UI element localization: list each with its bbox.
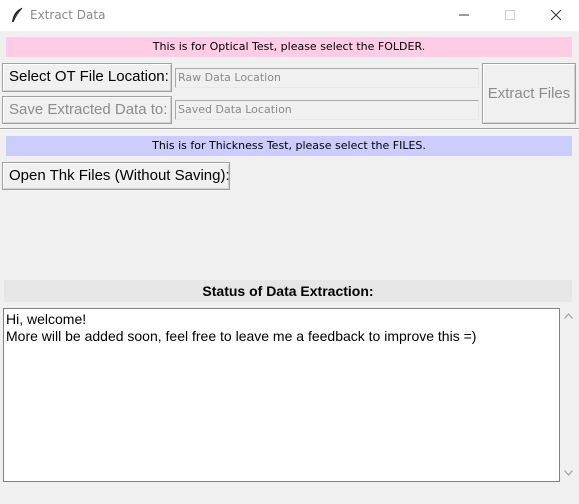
window-title: Extract Data [30,8,106,22]
maximize-button[interactable] [487,0,533,31]
scroll-up-button[interactable] [560,308,577,325]
feather-icon [12,7,23,23]
title-bar: Extract Data [0,0,579,31]
saved-data-location-field[interactable]: Saved Data Location [175,100,479,120]
scroll-down-button[interactable] [560,465,577,482]
status-title: Status of Data Extraction: [4,280,572,302]
status-line: Hi, welcome! [6,311,87,327]
status-scrollbar[interactable] [560,308,577,482]
maximize-icon [505,10,515,20]
minimize-icon [459,14,469,16]
close-icon [551,10,561,20]
section-divider [0,128,579,130]
minimize-button[interactable] [441,0,487,31]
status-line: More will be added soon, feel free to le… [6,328,477,344]
select-ot-location-button[interactable]: Select OT File Location: [2,63,172,92]
chevron-up-icon [564,313,573,319]
save-extracted-data-button[interactable]: Save Extracted Data to: [2,96,172,124]
open-thk-files-button[interactable]: Open Thk Files (Without Saving): [2,162,230,190]
status-log-textbox[interactable]: Hi, welcome! More will be added soon, fe… [3,308,560,482]
close-button[interactable] [533,0,579,31]
raw-data-location-field[interactable]: Raw Data Location [175,68,479,88]
extract-files-button[interactable]: Extract Files [482,63,576,124]
thickness-test-banner: This is for Thickness Test, please selec… [6,136,572,156]
chevron-down-icon [564,470,573,476]
optical-test-banner: This is for Optical Test, please select … [6,37,572,57]
